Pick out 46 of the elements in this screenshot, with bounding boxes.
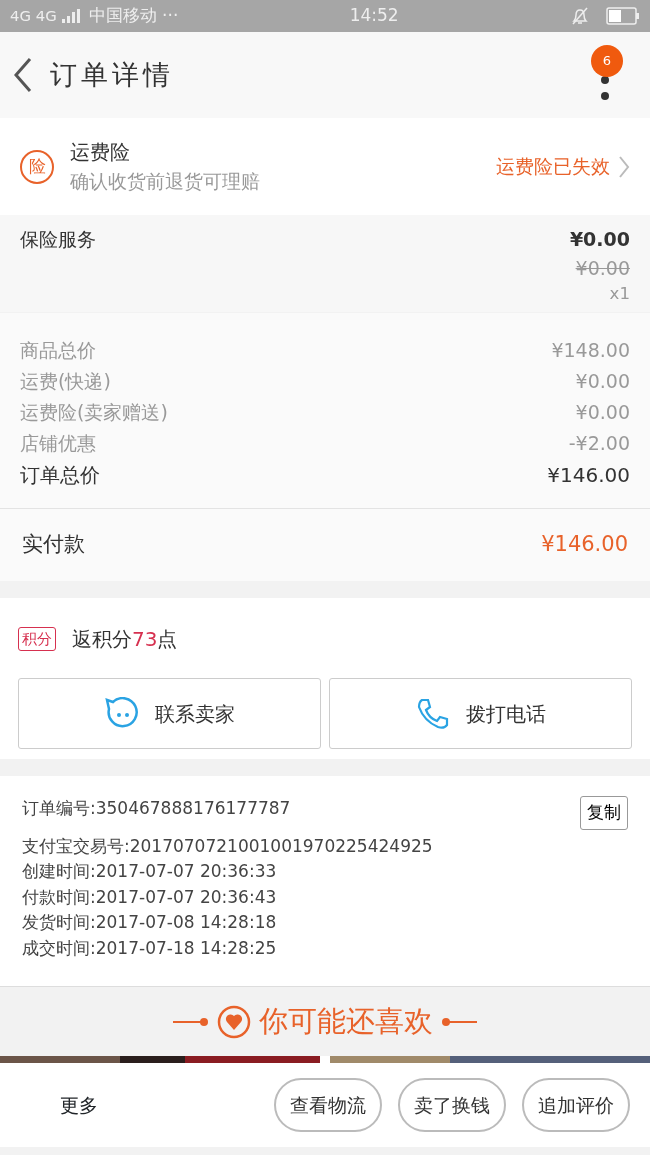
mute-icon bbox=[570, 6, 590, 26]
price-label: 订单总价 bbox=[20, 461, 100, 489]
status-time: 14:52 bbox=[349, 5, 399, 26]
price-label: 商品总价 bbox=[20, 338, 96, 364]
copy-button[interactable]: 复制 bbox=[580, 796, 628, 830]
original-price: ¥0.00 bbox=[574, 255, 630, 281]
points-text: 返积分73点 bbox=[72, 626, 178, 653]
order-info-line: 创建时间:2017-07-07 20:36:33 bbox=[22, 860, 278, 883]
price-value: -¥2.00 bbox=[568, 431, 630, 457]
paid-label: 实付款 bbox=[22, 531, 85, 559]
paid-amount: ¥146.00 bbox=[541, 531, 628, 559]
order-info-line: 付款时间:2017-07-07 20:36:43 bbox=[22, 885, 278, 909]
price-label: 店铺优惠 bbox=[20, 431, 96, 457]
network-indicator: 4G 4G bbox=[10, 5, 57, 27]
action-button[interactable]: 查看物流 bbox=[274, 1078, 382, 1132]
service-price: ¥0.00 bbox=[569, 227, 630, 252]
more-link[interactable]: 更多 bbox=[60, 1090, 98, 1120]
order-info-line: 成交时间:2017-07-18 14:28:25 bbox=[22, 936, 278, 960]
page-title: 订单详情 bbox=[50, 57, 175, 92]
battery-icon bbox=[606, 7, 640, 25]
price-label: 运费险(卖家赠送) bbox=[20, 400, 168, 426]
phone-icon bbox=[415, 696, 450, 731]
price-value: ¥0.00 bbox=[575, 369, 630, 395]
recommend-title: 你可能还喜欢 bbox=[259, 1002, 433, 1040]
insurance-title: 运费险 bbox=[70, 139, 131, 167]
insurance-subtitle: 确认收货前退货可理赔 bbox=[70, 169, 261, 195]
price-value: ¥148.00 bbox=[551, 338, 630, 364]
price-value: ¥146.00 bbox=[547, 461, 630, 489]
points-tag: 积分 bbox=[18, 626, 56, 652]
order-info-line: 支付宝交易号:2017070721001001970225424925 bbox=[22, 834, 434, 858]
service-label: 保险服务 bbox=[20, 227, 96, 252]
order-info-line: 订单编号:350467888176177787 bbox=[22, 797, 291, 820]
price-label: 运费(快递) bbox=[20, 369, 111, 395]
carrier-name: 中国移动 ··· bbox=[88, 4, 179, 28]
more-icon[interactable] bbox=[600, 75, 610, 101]
action-button[interactable]: 卖了换钱 bbox=[398, 1078, 506, 1132]
signal-icon bbox=[60, 8, 81, 24]
contact-button[interactable]: 联系卖家 bbox=[18, 678, 321, 749]
notification-badge: 6 bbox=[591, 45, 623, 77]
back-icon[interactable] bbox=[12, 56, 34, 94]
contact-button[interactable]: 拨打电话 bbox=[329, 678, 632, 749]
order-info-line: 发货时间:2017-07-08 14:28:18 bbox=[22, 911, 278, 934]
price-value: ¥0.00 bbox=[575, 400, 630, 426]
action-button[interactable]: 追加评价 bbox=[522, 1078, 630, 1132]
insurance-icon: 险 bbox=[20, 149, 54, 184]
quantity: x1 bbox=[608, 283, 630, 305]
